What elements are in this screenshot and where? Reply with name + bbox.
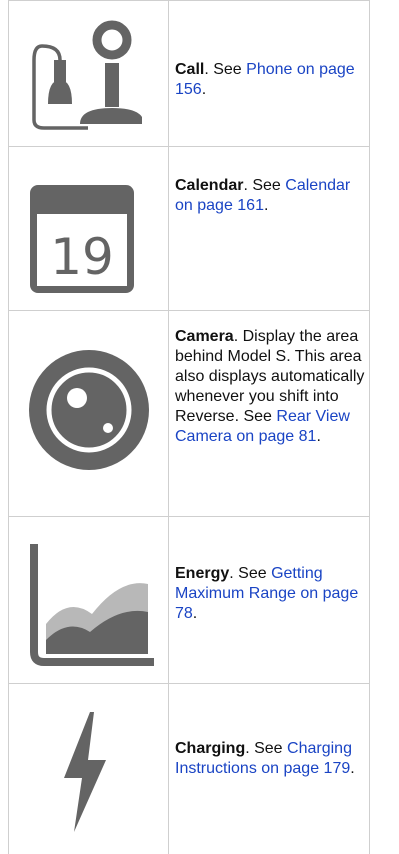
call-description: Call. See Phone on page 156. xyxy=(175,60,365,100)
row-divider xyxy=(8,516,370,517)
apps-table: Call. See Phone on page 156. 19 Calendar… xyxy=(8,0,370,854)
calendar-description: Calendar. See Calendar on page 161. xyxy=(175,176,365,216)
energy-icon xyxy=(30,544,154,666)
calendar-punct: . xyxy=(263,197,269,214)
calendar-day-number: 19 xyxy=(50,228,114,286)
call-text: . See xyxy=(204,61,247,78)
charging-punct: . xyxy=(350,760,355,777)
charging-text: . See xyxy=(245,740,288,757)
energy-punct: . xyxy=(192,605,198,622)
lightning-bolt-icon xyxy=(64,712,106,832)
camera-title: Camera xyxy=(175,328,234,345)
camera-description: Camera. Display the area behind Model S.… xyxy=(175,327,365,447)
energy-text: . See xyxy=(229,565,272,582)
energy-title: Energy xyxy=(175,565,230,582)
energy-description: Energy. See Getting Maximum Range on pag… xyxy=(175,564,365,624)
calendar-title: Calendar xyxy=(175,177,244,194)
row-divider xyxy=(8,310,370,311)
table-border-middle xyxy=(168,0,169,854)
row-divider xyxy=(8,683,370,684)
camera-icon xyxy=(29,350,149,470)
calendar-icon: 19 xyxy=(30,185,134,293)
row-divider xyxy=(8,0,370,1)
calendar-text: . See xyxy=(243,177,286,194)
call-punct: . xyxy=(201,81,207,98)
call-title: Call xyxy=(175,61,205,78)
charging-description: Charging. See Charging Instructions on p… xyxy=(175,739,365,779)
table-border-left xyxy=(8,0,9,854)
table-border-right xyxy=(369,0,370,854)
camera-punct: . xyxy=(316,428,321,445)
charging-title: Charging xyxy=(175,740,246,757)
phone-icon xyxy=(32,20,142,130)
row-divider xyxy=(8,146,370,147)
